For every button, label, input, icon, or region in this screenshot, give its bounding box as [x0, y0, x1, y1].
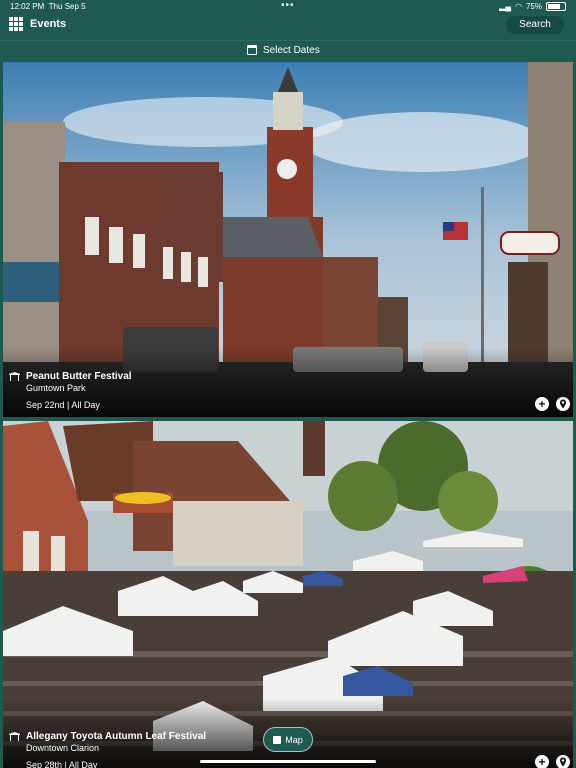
event-title[interactable]: Allegany Toyota Autumn Leaf Festival	[26, 731, 206, 742]
event-venue: Gumtown Park	[26, 383, 86, 393]
map-button[interactable]: Map	[263, 727, 313, 752]
top-nav: Events Search	[0, 14, 576, 40]
multitask-dots-icon[interactable]: •••	[281, 0, 295, 11]
tent-icon	[9, 372, 20, 381]
grid-icon[interactable]	[9, 17, 23, 31]
tent-icon	[9, 732, 20, 741]
event-date: Sep 22nd | All Day	[26, 400, 100, 410]
location-pin-icon[interactable]	[556, 397, 570, 411]
time-text: 12:02 PM	[10, 2, 45, 11]
home-indicator[interactable]	[200, 760, 376, 763]
page-title: Events	[30, 18, 67, 30]
wifi-icon: ◠	[515, 2, 522, 11]
battery-icon	[546, 2, 566, 11]
add-event-button[interactable]: +	[535, 755, 549, 768]
status-time: 12:02 PM Thu Sep 5	[10, 2, 86, 11]
signal-icon: ▂▄	[499, 2, 511, 11]
event-title[interactable]: Peanut Butter Festival	[26, 371, 132, 382]
map-icon	[273, 735, 282, 744]
event-card[interactable]: Peanut Butter Festival Gumtown Park Sep …	[3, 62, 573, 417]
battery-percent: 75%	[525, 2, 542, 11]
status-bar: 12:02 PM Thu Sep 5 ••• ▂▄ ◠ 75%	[0, 0, 576, 14]
event-venue: Downtown Clarion	[26, 743, 100, 753]
search-button[interactable]: Search	[506, 16, 564, 34]
select-dates-label: Select Dates	[263, 45, 320, 56]
date-text: Thu Sep 5	[48, 2, 86, 11]
event-info: Peanut Butter Festival Gumtown Park Sep …	[9, 371, 132, 410]
status-right: ▂▄ ◠ 75%	[499, 2, 566, 11]
select-dates-button[interactable]: Select Dates	[0, 40, 576, 61]
location-pin-icon[interactable]	[556, 755, 570, 768]
map-button-label: Map	[285, 734, 303, 745]
calendar-icon	[247, 45, 257, 55]
add-event-button[interactable]: +	[535, 397, 549, 411]
event-card[interactable]: Allegany Toyota Autumn Leaf Festival Dow…	[3, 421, 573, 768]
event-date: Sep 28th | All Day	[26, 760, 98, 768]
event-info: Allegany Toyota Autumn Leaf Festival Dow…	[9, 731, 206, 768]
